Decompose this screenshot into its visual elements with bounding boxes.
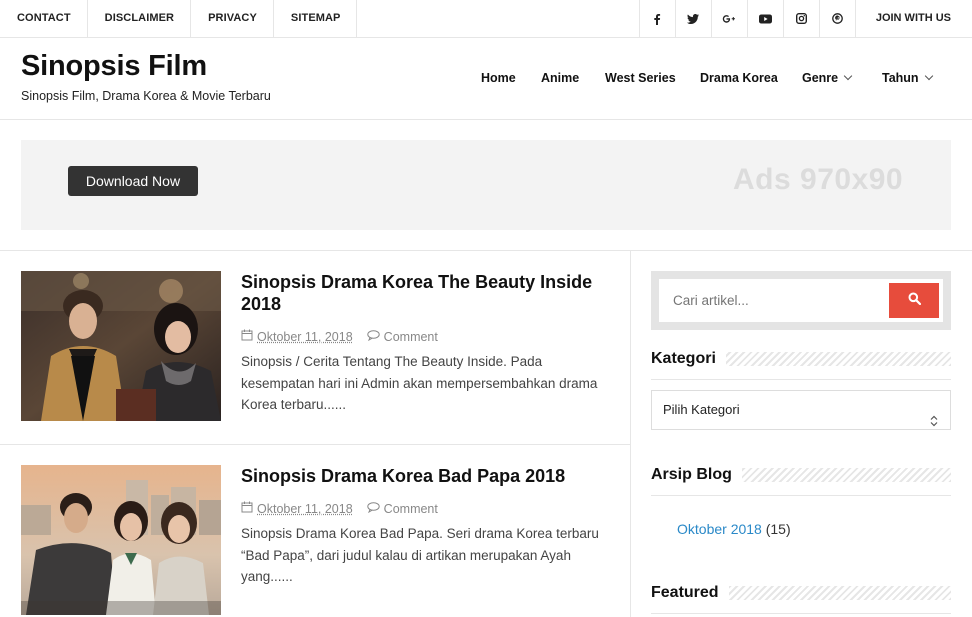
top-links: CONTACT DISCLAIMER PRIVACY SITEMAP <box>0 0 357 37</box>
join-with-us-link[interactable]: JOIN WITH US <box>854 0 972 37</box>
main-nav: Home Anime West Series Drama Korea Genre… <box>0 38 972 120</box>
title-stripes <box>725 352 951 366</box>
post-meta: Oktober 11, 2018 Comment <box>241 501 438 516</box>
chevron-down-icon <box>924 71 933 81</box>
post-title[interactable]: Sinopsis Drama Korea Bad Papa 2018 <box>241 465 601 487</box>
nav-west-series[interactable]: West Series <box>605 71 676 85</box>
nav-home[interactable]: Home <box>481 71 516 85</box>
post-comment-link[interactable]: Comment <box>384 502 438 516</box>
archive-item: Oktober 2018 (15) <box>677 521 791 537</box>
top-bar: CONTACT DISCLAIMER PRIVACY SITEMAP JOIN … <box>0 0 972 38</box>
calendar-icon <box>241 329 253 344</box>
search-button[interactable] <box>889 283 939 318</box>
site-header: Sinopsis Film Sinopsis Film, Drama Korea… <box>0 38 972 120</box>
ad-section: Download Now Ads 970x90 <box>0 120 972 251</box>
social-links: JOIN WITH US <box>638 0 972 37</box>
widget-divider <box>651 379 951 380</box>
featured-widget-header: Featured <box>651 582 951 604</box>
title-stripes <box>728 586 951 600</box>
ad-placeholder-text: Ads 970x90 <box>733 163 904 196</box>
search-icon <box>908 292 921 310</box>
arsip-title: Arsip Blog <box>651 466 732 483</box>
nav-tahun[interactable]: Tahun <box>882 71 933 85</box>
comment-icon <box>366 501 380 516</box>
instagram-icon[interactable] <box>782 0 819 37</box>
youtube-icon[interactable] <box>746 0 783 37</box>
post-title[interactable]: Sinopsis Drama Korea The Beauty Inside 2… <box>241 271 601 315</box>
google-plus-icon[interactable] <box>710 0 747 37</box>
post-comment-link[interactable]: Comment <box>384 330 438 344</box>
nav-tahun-label: Tahun <box>882 71 919 85</box>
post-thumbnail[interactable] <box>21 465 221 615</box>
nav-drama-korea-label: Drama Korea <box>700 71 778 85</box>
kategori-title: Kategori <box>651 350 716 367</box>
widget-divider <box>651 613 951 614</box>
download-now-button[interactable]: Download Now <box>68 166 198 196</box>
post-item: Sinopsis Drama Korea Bad Papa 2018 Oktob… <box>0 445 630 617</box>
post-excerpt: Sinopsis / Cerita Tentang The Beauty Ins… <box>241 354 598 412</box>
top-link-sitemap[interactable]: SITEMAP <box>274 0 357 37</box>
nav-anime[interactable]: Anime <box>541 71 579 85</box>
nav-genre-label: Genre <box>802 71 839 85</box>
kategori-select[interactable]: Pilih Kategori <box>651 390 951 430</box>
calendar-icon <box>241 501 253 516</box>
archive-month-link[interactable]: Oktober 2018 <box>677 521 762 537</box>
top-link-contact[interactable]: CONTACT <box>0 0 88 37</box>
nav-anime-label: Anime <box>541 71 580 85</box>
select-arrows-icon <box>930 404 938 427</box>
nav-drama-korea[interactable]: Drama Korea <box>700 71 778 85</box>
post-item: Sinopsis Drama Korea The Beauty Inside 2… <box>0 251 630 445</box>
post-thumbnail[interactable] <box>21 271 221 421</box>
kategori-select-value: Pilih Kategori <box>663 402 740 417</box>
top-link-privacy[interactable]: PRIVACY <box>191 0 274 37</box>
nav-west-series-label: West Series <box>605 71 676 85</box>
ad-banner[interactable]: Download Now Ads 970x90 <box>21 140 951 230</box>
archive-count: (15) <box>765 521 791 537</box>
pinterest-icon[interactable] <box>818 0 855 37</box>
chevron-down-icon <box>843 71 853 81</box>
post-date[interactable]: Oktober 11, 2018 <box>257 330 353 344</box>
search-form <box>659 279 943 322</box>
post-excerpt: Sinopsis Drama Korea Bad Papa. Seri dram… <box>241 526 599 584</box>
arsip-widget-header: Arsip Blog <box>651 464 951 486</box>
nav-genre[interactable]: Genre <box>802 71 853 85</box>
post-meta: Oktober 11, 2018 Comment <box>241 329 438 344</box>
title-stripes <box>741 468 951 482</box>
post-date[interactable]: Oktober 11, 2018 <box>257 502 353 516</box>
widget-divider <box>651 495 951 496</box>
content-divider <box>630 251 631 617</box>
search-input[interactable] <box>659 279 889 322</box>
twitter-icon[interactable] <box>674 0 711 37</box>
comment-icon <box>366 329 380 344</box>
top-link-disclaimer[interactable]: DISCLAIMER <box>88 0 192 37</box>
facebook-icon[interactable] <box>638 0 675 37</box>
featured-title: Featured <box>651 584 719 601</box>
kategori-widget-header: Kategori <box>651 348 951 370</box>
nav-home-label: Home <box>481 71 516 85</box>
search-widget <box>651 271 951 330</box>
